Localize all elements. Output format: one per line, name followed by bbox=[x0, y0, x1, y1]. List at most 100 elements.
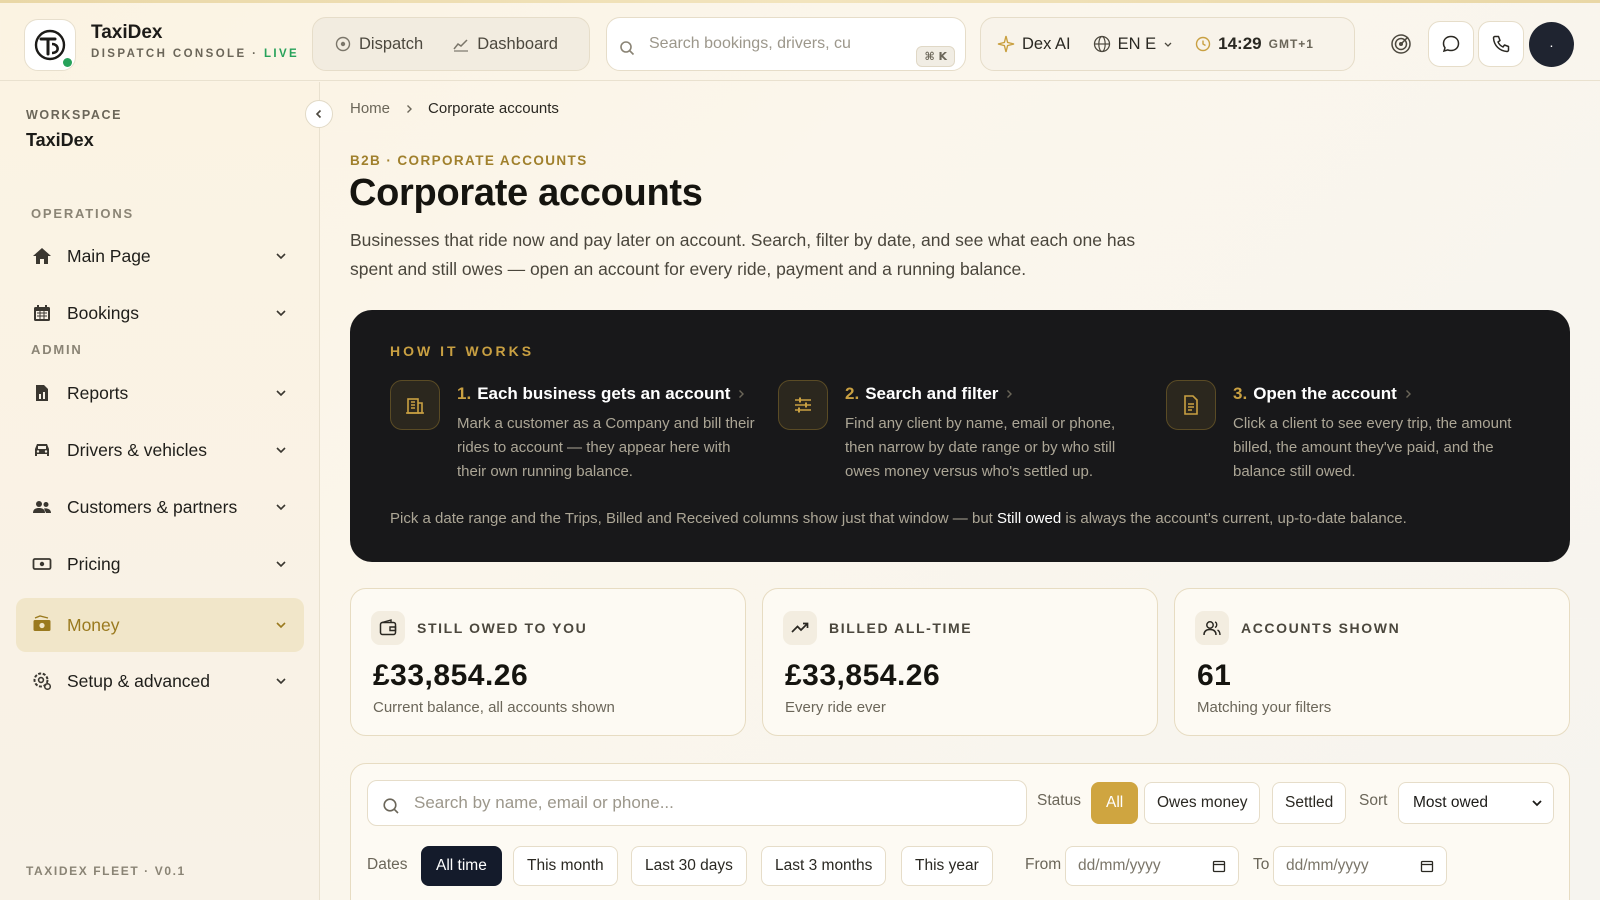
settings-icon bbox=[32, 671, 52, 691]
breadcrumb-home[interactable]: Home bbox=[350, 100, 390, 117]
sidebar-item-main-page[interactable]: Main Page bbox=[16, 229, 304, 283]
pricing-icon bbox=[32, 554, 52, 574]
date-this-year[interactable]: This year bbox=[901, 846, 993, 886]
stat-card-still-owed: STILL OWED TO YOU £33,854.26 Current bal… bbox=[350, 588, 746, 736]
nav-dispatch[interactable]: Dispatch bbox=[323, 27, 435, 62]
step-3-number: 3. bbox=[1233, 384, 1248, 403]
sidebar-item-label: Customers & partners bbox=[67, 496, 238, 517]
language-select[interactable]: EN E bbox=[1093, 35, 1174, 54]
call-button[interactable] bbox=[1478, 21, 1524, 67]
account-search-input[interactable] bbox=[414, 793, 994, 813]
sidebar-item-label: Money bbox=[67, 614, 120, 635]
note-emphasis: Still owed bbox=[997, 510, 1062, 527]
status-owes-money[interactable]: Owes money bbox=[1144, 782, 1261, 824]
chevron-down-icon bbox=[274, 500, 288, 514]
wallet-icon bbox=[371, 611, 405, 645]
sidebar-item-label: Setup & advanced bbox=[67, 670, 211, 691]
step-2-text: Find any client by name, email or phone,… bbox=[845, 415, 1116, 480]
brand-subtitle: DISPATCH CONSOLE · LIVE bbox=[91, 48, 299, 60]
report-icon bbox=[32, 383, 52, 403]
chevron-down-icon bbox=[274, 386, 288, 400]
sidebar-item-label: Reports bbox=[67, 382, 129, 403]
dex-ai-button[interactable]: Dex AI bbox=[997, 35, 1071, 54]
language-label: EN E bbox=[1117, 34, 1157, 53]
to-date-input[interactable]: dd/mm/yyyy bbox=[1273, 846, 1447, 886]
trend-up-icon bbox=[783, 611, 817, 645]
step-2-number: 2. bbox=[845, 384, 860, 403]
step-1-title[interactable]: 1. Each business gets an account bbox=[457, 384, 746, 404]
user-avatar[interactable]: · bbox=[1529, 22, 1574, 67]
people-icon bbox=[1195, 611, 1229, 645]
taxidex-logo[interactable] bbox=[24, 19, 76, 71]
filter-panel: Status All Owes money Settled Sort Most … bbox=[350, 763, 1570, 900]
live-status: LIVE bbox=[263, 48, 300, 60]
date-last-3-months[interactable]: Last 3 months bbox=[761, 846, 887, 886]
app-version: TAXIDEX FLEET · V0.1 bbox=[26, 864, 186, 878]
chevron-right-icon bbox=[1007, 390, 1013, 398]
sort-select[interactable]: Most owed bbox=[1398, 782, 1554, 824]
building-icon bbox=[390, 380, 440, 430]
status-settled[interactable]: Settled bbox=[1272, 782, 1347, 824]
global-search[interactable]: ⌘ K bbox=[606, 17, 966, 71]
status-all[interactable]: All bbox=[1091, 782, 1139, 824]
messages-button[interactable] bbox=[1428, 21, 1474, 67]
sidebar-item-drivers-vehicles[interactable]: Drivers & vehicles bbox=[16, 423, 304, 477]
breadcrumb-current: Corporate accounts bbox=[428, 100, 559, 117]
sidebar-collapse-button[interactable] bbox=[305, 100, 333, 128]
global-search-input[interactable] bbox=[649, 35, 879, 53]
header-tools: Dex AI EN E 14:29 GMT+1 bbox=[980, 17, 1355, 71]
car-icon bbox=[32, 440, 52, 460]
chat-bubble-icon bbox=[1442, 35, 1460, 53]
breadcrumb: Home Corporate accounts bbox=[350, 100, 559, 117]
step-2-title[interactable]: 2. Search and filter bbox=[845, 384, 1014, 404]
dates-label: Dates bbox=[367, 856, 408, 873]
sidebar-item-money[interactable]: Money bbox=[16, 598, 304, 652]
sidebar-item-label: Pricing bbox=[67, 553, 121, 574]
note-text-2: is always the account's current, up-to-d… bbox=[1061, 510, 1407, 527]
chevron-right-icon bbox=[739, 390, 745, 398]
section-operations: OPERATIONS bbox=[31, 206, 134, 221]
radar-button[interactable] bbox=[1378, 21, 1424, 67]
step-2-title-text: Search and filter bbox=[865, 384, 999, 403]
date-this-month[interactable]: This month bbox=[513, 846, 618, 886]
chevron-down-icon bbox=[274, 306, 288, 320]
dispatch-icon bbox=[335, 36, 351, 52]
workspace-name: TaxiDex bbox=[26, 130, 94, 150]
page-description: Businesses that ride now and pay later o… bbox=[350, 230, 1136, 279]
account-search[interactable] bbox=[367, 780, 1027, 826]
live-dot bbox=[63, 58, 72, 67]
clock: 14:29 GMT+1 bbox=[1195, 34, 1314, 54]
brand-name: TaxiDex bbox=[91, 22, 163, 43]
chart-icon bbox=[453, 39, 469, 52]
note-text-1: Pick a date range and the Trips, Billed … bbox=[390, 510, 997, 527]
from-date-input[interactable]: dd/mm/yyyy bbox=[1065, 846, 1239, 886]
calendar-icon bbox=[32, 303, 52, 323]
sliders-icon bbox=[778, 380, 828, 430]
chevron-down-icon bbox=[1164, 42, 1172, 47]
sidebar-item-pricing[interactable]: Pricing bbox=[16, 537, 304, 591]
dex-ai-label: Dex AI bbox=[1022, 34, 1071, 53]
phone-icon bbox=[1492, 35, 1510, 53]
to-label: To bbox=[1253, 856, 1270, 873]
clock-timezone: GMT+1 bbox=[1268, 37, 1314, 51]
sidebar-item-reports[interactable]: Reports bbox=[16, 366, 304, 420]
sidebar-item-customers-partners[interactable]: Customers & partners bbox=[16, 480, 304, 534]
top-bar: TaxiDex DISPATCH CONSOLE · LIVE Dispatch… bbox=[0, 3, 1600, 81]
stat-label: BILLED ALL-TIME bbox=[829, 620, 973, 636]
date-all-time[interactable]: All time bbox=[421, 846, 502, 886]
search-icon bbox=[620, 41, 635, 56]
step-1-title-text: Each business gets an account bbox=[477, 384, 731, 403]
sidebar-item-bookings[interactable]: Bookings bbox=[16, 286, 304, 340]
section-admin: ADMIN bbox=[31, 342, 83, 357]
nav-dashboard[interactable]: Dashboard bbox=[441, 27, 570, 62]
sparkle-icon bbox=[997, 35, 1015, 53]
sort-value: Most owed bbox=[1413, 794, 1488, 811]
step-3-title[interactable]: 3. Open the account bbox=[1233, 384, 1413, 404]
search-shortcut: ⌘ K bbox=[916, 46, 955, 67]
date-last-30-days[interactable]: Last 30 days bbox=[631, 846, 747, 886]
stat-value: 61 bbox=[1197, 659, 1232, 692]
clock-icon bbox=[1195, 36, 1211, 52]
brand-subtitle-text: DISPATCH CONSOLE · bbox=[91, 48, 264, 60]
stat-value: £33,854.26 bbox=[373, 659, 529, 692]
sidebar-item-setup-advanced[interactable]: Setup & advanced bbox=[16, 654, 304, 708]
